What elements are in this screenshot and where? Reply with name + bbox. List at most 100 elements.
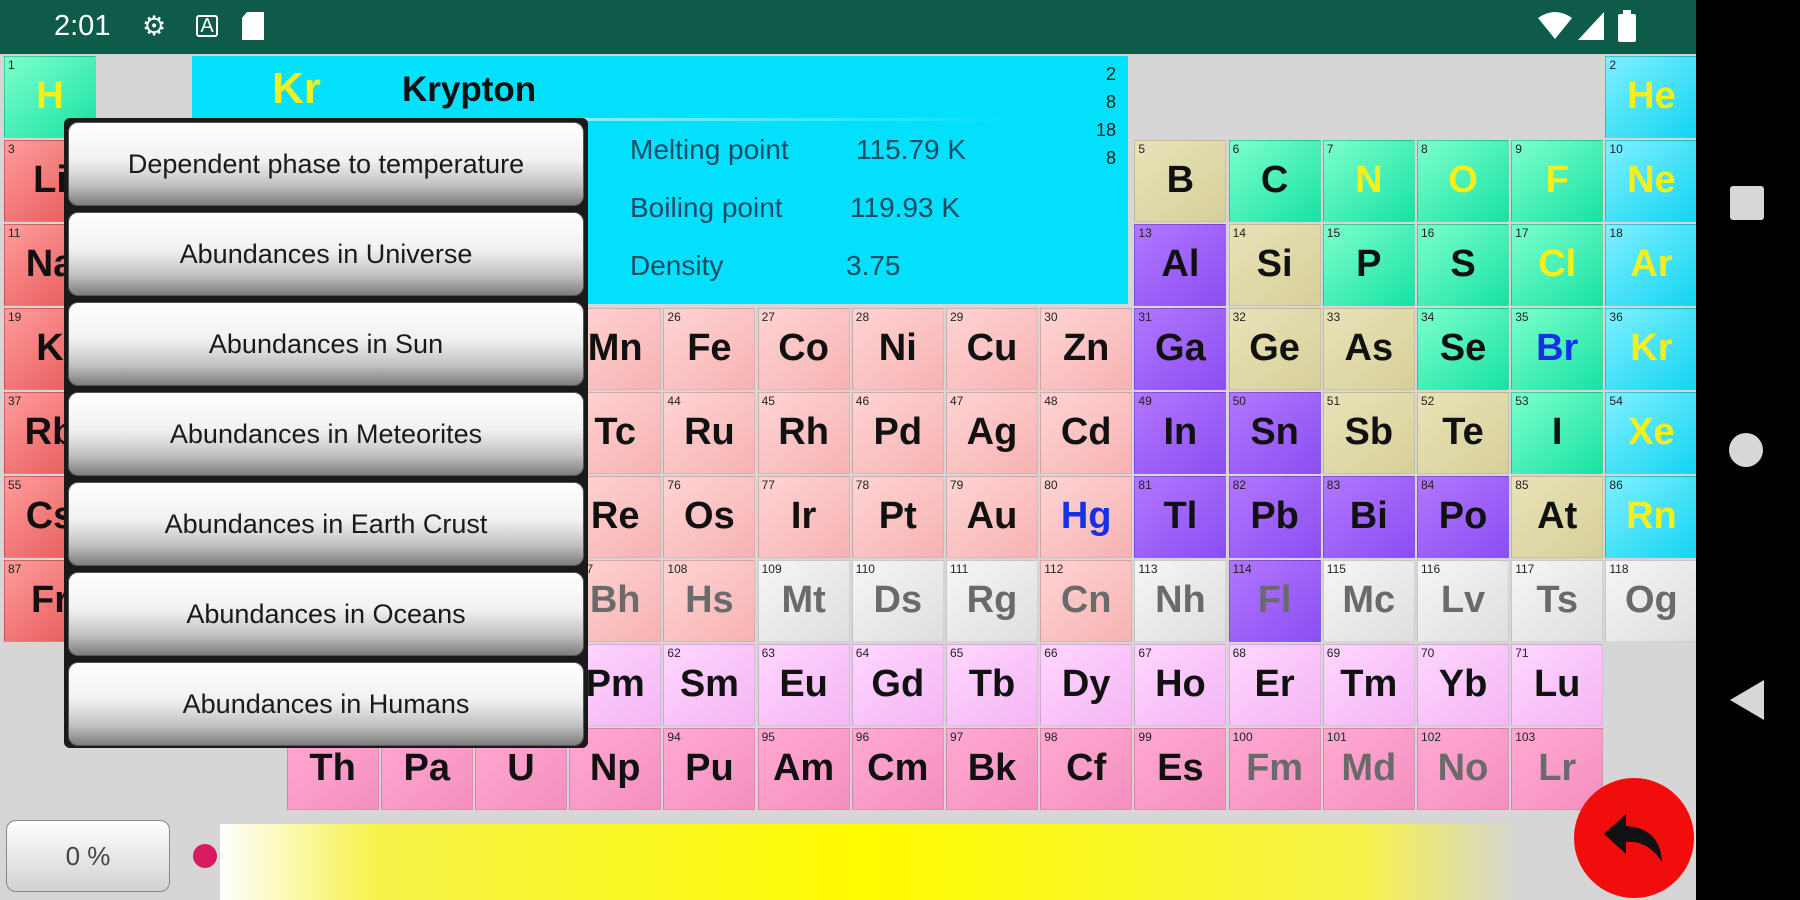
element-tile[interactable]: 35 Br (1511, 308, 1604, 390)
element-tile[interactable]: 76 Os (663, 476, 756, 558)
element-tile[interactable]: 86 Rn (1605, 476, 1696, 558)
home-circle-icon[interactable] (1728, 432, 1764, 468)
atomic-number: 32 (1232, 310, 1246, 324)
element-tile[interactable]: 98 Cf (1040, 728, 1133, 810)
element-tile[interactable]: 28 Ni (851, 308, 944, 390)
element-tile[interactable]: 52 Te (1417, 392, 1509, 474)
element-tile[interactable]: 68 Er (1228, 644, 1321, 726)
element-tile[interactable]: 6C (1228, 140, 1321, 222)
element-tile[interactable]: 62 Sm (663, 644, 756, 726)
atomic-number: 15 (1326, 226, 1341, 240)
element-tile[interactable]: 27 Co (757, 308, 850, 390)
element-tile[interactable]: 33 As (1322, 308, 1415, 390)
menu-item-phase-temperature[interactable]: Dependent phase to temperature (68, 122, 584, 206)
element-tile[interactable]: 83 Bi (1322, 476, 1415, 558)
element-tile[interactable]: 96 Cm (851, 728, 944, 810)
element-tile[interactable]: 79 Au (946, 476, 1038, 558)
element-tile[interactable]: 64 Gd (851, 644, 944, 726)
element-tile[interactable]: 54 Xe (1605, 392, 1696, 474)
slider-handle[interactable] (193, 844, 217, 868)
element-symbol: S (1450, 243, 1476, 285)
battery-icon (1618, 10, 1636, 48)
element-tile[interactable]: 114 Fl (1228, 560, 1321, 642)
element-tile[interactable]: 109 Mt (757, 560, 850, 642)
element-tile[interactable]: 111 Rg (946, 560, 1038, 642)
element-tile[interactable]: 85 At (1511, 476, 1604, 558)
menu-item-abundance-sun[interactable]: Abundances in Sun (68, 302, 584, 386)
element-tile[interactable]: 29 Cu (946, 308, 1038, 390)
undo-button[interactable] (1574, 778, 1694, 898)
element-tile[interactable]: 101 Md (1322, 728, 1415, 810)
element-tile[interactable]: 49 In (1134, 392, 1227, 474)
element-tile[interactable]: 14 Si (1228, 224, 1321, 306)
percent-button[interactable]: 0 % (6, 820, 170, 892)
element-symbol: N (1355, 159, 1383, 201)
element-tile[interactable]: 51 Sb (1322, 392, 1415, 474)
menu-item-abundance-earth-crust[interactable]: Abundances in Earth Crust (68, 482, 584, 566)
element-tile[interactable]: 78 Pt (851, 476, 944, 558)
element-tile[interactable]: 26 Fe (663, 308, 756, 390)
element-tile[interactable]: 70 Yb (1417, 644, 1509, 726)
element-tile[interactable]: 17 Cl (1511, 224, 1604, 306)
element-tile[interactable]: 7N (1322, 140, 1415, 222)
element-tile[interactable]: 10 Ne (1605, 140, 1696, 222)
element-tile[interactable]: 63 Eu (757, 644, 850, 726)
status-bar: 2:01 ⚙ A (0, 0, 1696, 54)
element-tile[interactable]: 71 Lu (1511, 644, 1604, 726)
element-tile[interactable]: 5B (1134, 140, 1227, 222)
element-tile[interactable]: 108 Hs (663, 560, 756, 642)
element-tile[interactable]: 97 Bk (946, 728, 1038, 810)
element-tile[interactable]: 46 Pd (851, 392, 944, 474)
element-tile[interactable]: 31 Ga (1134, 308, 1227, 390)
element-tile[interactable]: 80 Hg (1040, 476, 1133, 558)
element-tile[interactable]: 84 Po (1417, 476, 1509, 558)
element-tile[interactable]: 94 Pu (663, 728, 756, 810)
element-tile[interactable]: 16 S (1417, 224, 1509, 306)
element-tile[interactable]: 66 Dy (1040, 644, 1133, 726)
element-tile[interactable]: 30 Zn (1040, 308, 1133, 390)
element-tile[interactable]: 32 Ge (1228, 308, 1321, 390)
atomic-number: 16 (1421, 226, 1435, 240)
element-tile[interactable]: 65 Tb (946, 644, 1038, 726)
element-symbol: B (1166, 159, 1195, 201)
element-tile[interactable]: 34 Se (1417, 308, 1509, 390)
element-tile[interactable]: 118 Og (1605, 560, 1696, 642)
element-tile[interactable]: 44 Ru (663, 392, 756, 474)
element-tile[interactable]: 2 He (1605, 56, 1696, 138)
menu-item-abundance-meteorites[interactable]: Abundances in Meteorites (68, 392, 584, 476)
element-tile[interactable]: 100 Fm (1228, 728, 1321, 810)
temperature-slider-track[interactable] (220, 824, 1520, 900)
element-tile[interactable]: 110 Ds (851, 560, 944, 642)
back-triangle-icon[interactable] (1730, 680, 1764, 720)
element-tile[interactable]: 69 Tm (1322, 644, 1415, 726)
menu-item-abundance-humans[interactable]: Abundances in Humans (68, 662, 584, 746)
element-tile[interactable]: 50 Sn (1228, 392, 1321, 474)
element-tile[interactable]: 99 Es (1134, 728, 1227, 810)
element-symbol: Fl (1257, 579, 1292, 621)
element-tile[interactable]: 47 Ag (946, 392, 1038, 474)
element-tile[interactable]: 95 Am (757, 728, 850, 810)
recents-square-icon[interactable] (1730, 186, 1764, 220)
element-tile[interactable]: 15 P (1322, 224, 1415, 306)
element-tile[interactable]: 115 Mc (1322, 560, 1415, 642)
menu-item-abundance-universe[interactable]: Abundances in Universe (68, 212, 584, 296)
element-tile[interactable]: 9F (1511, 140, 1604, 222)
element-tile[interactable]: 81 Tl (1134, 476, 1227, 558)
menu-item-abundance-oceans[interactable]: Abundances in Oceans (68, 572, 584, 656)
element-tile[interactable]: 53 I (1511, 392, 1604, 474)
element-tile[interactable]: 67 Ho (1134, 644, 1227, 726)
element-tile[interactable]: 102 No (1417, 728, 1509, 810)
element-tile[interactable]: 77 Ir (757, 476, 850, 558)
element-tile[interactable]: 82 Pb (1228, 476, 1321, 558)
element-tile[interactable]: 36 Kr (1605, 308, 1696, 390)
element-tile[interactable]: 8O (1417, 140, 1509, 222)
element-tile[interactable]: 48 Cd (1040, 392, 1133, 474)
element-tile[interactable]: 13 Al (1134, 224, 1227, 306)
element-tile[interactable]: 45 Rh (757, 392, 850, 474)
element-tile[interactable]: 18 Ar (1605, 224, 1696, 306)
element-tile[interactable]: 113 Nh (1134, 560, 1227, 642)
element-tile[interactable]: 117 Ts (1511, 560, 1604, 642)
atomic-number: 70 (1421, 646, 1435, 660)
element-tile[interactable]: 116 Lv (1417, 560, 1509, 642)
element-tile[interactable]: 112 Cn (1040, 560, 1133, 642)
